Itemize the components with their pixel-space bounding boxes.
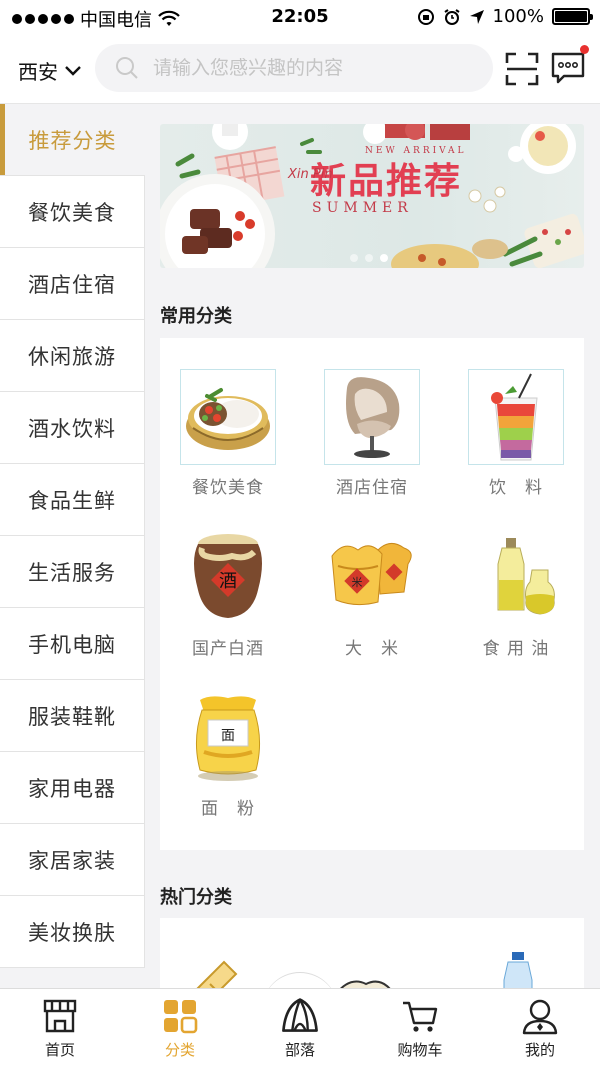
category-label: 大 米 xyxy=(345,639,399,659)
sidebar-item-label: 酒店住宿 xyxy=(28,272,116,297)
scan-icon[interactable] xyxy=(505,52,539,86)
drink-glass-icon xyxy=(468,369,564,465)
category-liquor[interactable]: 酒 国产白酒 xyxy=(168,530,288,659)
category-food[interactable]: 餐饮美食 xyxy=(168,369,288,498)
tab-label: 首页 xyxy=(44,1041,75,1059)
carousel-dot[interactable] xyxy=(365,254,373,262)
bottom-tab-bar: 首页 分类 部落 购物车 我的 xyxy=(0,988,600,1067)
promo-banner[interactable]: NEW ARRIVAL 新品推荐 SUMMER Xin Pin xyxy=(160,124,584,268)
cart-icon xyxy=(403,1001,438,1032)
carousel-indicators[interactable] xyxy=(350,254,388,262)
chevron-down-icon xyxy=(65,65,81,76)
message-button[interactable] xyxy=(550,45,589,86)
store-icon xyxy=(43,999,77,1033)
tab-label: 我的 xyxy=(524,1041,555,1059)
category-label: 国产白酒 xyxy=(192,639,264,659)
flour-bag-icon: 面 xyxy=(180,690,276,786)
sidebar-item-label: 家居家装 xyxy=(28,848,116,873)
tab-tribe[interactable]: 部落 xyxy=(240,989,360,1067)
common-categories-title: 常用分类 xyxy=(160,306,232,327)
sidebar-item[interactable]: 手机电脑 xyxy=(0,608,145,680)
carousel-dot-active[interactable] xyxy=(380,254,388,262)
alarm-icon xyxy=(443,8,460,25)
sidebar-item[interactable]: 食品生鲜 xyxy=(0,464,145,536)
food-bowl-icon xyxy=(180,369,276,465)
city-selector[interactable]: 西安 xyxy=(18,56,82,85)
tent-icon xyxy=(282,998,318,1032)
tab-home[interactable]: 首页 xyxy=(0,989,120,1067)
egg-chair-icon xyxy=(324,369,420,465)
hot-categories-title: 热门分类 xyxy=(160,887,232,908)
sidebar-item[interactable]: 推荐分类 xyxy=(0,104,145,176)
sidebar-item-label: 手机电脑 xyxy=(28,632,116,657)
unread-badge xyxy=(580,45,589,54)
sidebar-item[interactable]: 美妆换肤 xyxy=(0,896,145,968)
battery-fill xyxy=(555,11,587,22)
orientation-lock-icon xyxy=(417,8,434,25)
rice-bag-icon: 米 xyxy=(324,530,420,626)
sidebar-item[interactable]: 餐饮美食 xyxy=(0,176,145,248)
banner-headline: NEW ARRIVAL 新品推荐 SUMMER xyxy=(310,146,464,216)
category-rice[interactable]: 米 大 米 xyxy=(312,530,432,659)
sidebar-item[interactable]: 酒店住宿 xyxy=(0,248,145,320)
banner-subtitle: NEW ARRIVAL xyxy=(365,146,467,156)
banner-tag: Xin Pin xyxy=(288,167,333,182)
battery-percent: 100% xyxy=(492,6,544,27)
tab-label: 部落 xyxy=(284,1041,315,1059)
category-label: 餐饮美食 xyxy=(192,478,264,498)
category-label: 酒店住宿 xyxy=(336,478,408,498)
sidebar-item-label: 生活服务 xyxy=(28,560,116,585)
common-categories-panel: 餐饮美食 酒店住宿 饮 料 酒 国产白酒 米 大 米 食 用 油 面 面 粉 xyxy=(160,338,584,850)
sidebar-item-label: 服装鞋靴 xyxy=(28,704,116,729)
svg-text:面: 面 xyxy=(221,728,235,744)
sidebar-item[interactable]: 家居家装 xyxy=(0,824,145,896)
sidebar-item-label: 食品生鲜 xyxy=(28,488,116,513)
battery-icon xyxy=(552,8,593,25)
category-hotel[interactable]: 酒店住宿 xyxy=(312,369,432,498)
sidebar-item[interactable]: 酒水饮料 xyxy=(0,392,145,464)
tab-mine[interactable]: 我的 xyxy=(480,989,600,1067)
search-icon xyxy=(116,57,138,79)
sidebar-item[interactable]: 服装鞋靴 xyxy=(0,680,145,752)
tab-cart[interactable]: 购物车 xyxy=(360,989,480,1067)
hot-categories-panel xyxy=(160,918,584,998)
category-drinks[interactable]: 饮 料 xyxy=(456,369,576,498)
sidebar-item-label: 餐饮美食 xyxy=(28,200,116,225)
category-oil[interactable]: 食 用 油 xyxy=(456,530,576,659)
category-sidebar: 推荐分类餐饮美食酒店住宿休闲旅游酒水饮料食品生鲜生活服务手机电脑服装鞋靴家用电器… xyxy=(0,104,145,988)
grid-icon xyxy=(164,1000,198,1034)
sidebar-item[interactable]: 休闲旅游 xyxy=(0,320,145,392)
status-bar: 中国电信 22:05 100% xyxy=(0,0,600,34)
top-header: 西安 xyxy=(0,34,600,104)
message-icon xyxy=(551,52,585,84)
oil-bottle-icon xyxy=(468,530,564,626)
svg-text:米: 米 xyxy=(352,576,363,589)
user-icon xyxy=(522,999,558,1035)
category-label: 饮 料 xyxy=(489,478,543,498)
category-label: 面 粉 xyxy=(201,799,255,819)
search-bar[interactable] xyxy=(95,44,493,92)
sidebar-item[interactable]: 生活服务 xyxy=(0,536,145,608)
tab-label: 购物车 xyxy=(397,1041,443,1059)
tab-label: 分类 xyxy=(164,1041,195,1059)
tab-category[interactable]: 分类 xyxy=(120,989,240,1067)
search-input[interactable] xyxy=(153,57,473,79)
liquor-jar-icon: 酒 xyxy=(180,530,276,626)
category-flour[interactable]: 面 面 粉 xyxy=(168,690,288,819)
carousel-dot[interactable] xyxy=(350,254,358,262)
city-name: 西安 xyxy=(18,60,58,84)
sidebar-item-label: 酒水饮料 xyxy=(28,416,116,441)
location-icon xyxy=(469,9,484,24)
sidebar-item-label: 休闲旅游 xyxy=(28,344,116,369)
svg-text:酒: 酒 xyxy=(219,571,237,592)
category-label: 食 用 油 xyxy=(482,639,550,659)
sidebar-item-label: 推荐分类 xyxy=(28,128,117,153)
status-icons: 100% xyxy=(417,6,593,27)
sidebar-item-label: 美妆换肤 xyxy=(28,920,116,945)
sidebar-item-label: 家用电器 xyxy=(28,776,116,801)
sidebar-item[interactable]: 家用电器 xyxy=(0,752,145,824)
